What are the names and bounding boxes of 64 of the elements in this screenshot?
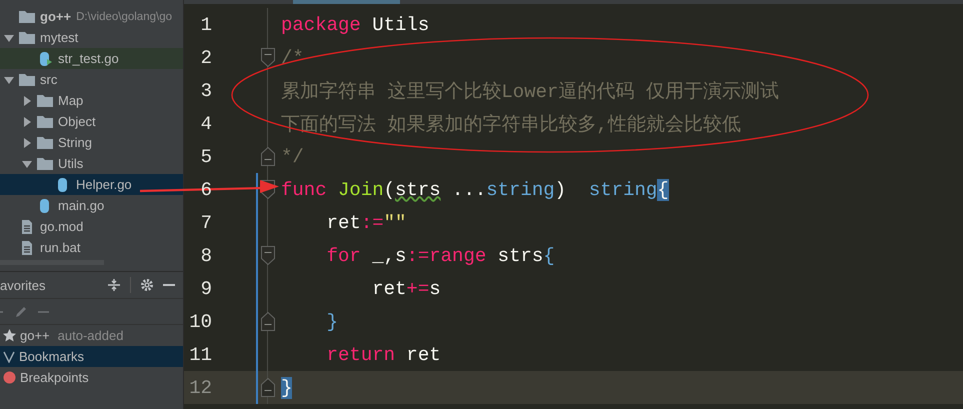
collapse-icon[interactable] (107, 278, 121, 292)
code-line: return ret (326, 344, 441, 366)
line-number: 2 (200, 46, 212, 68)
line-number: 1 (200, 14, 212, 36)
code-line: 累加字符串 这里写个比较Lower逼的代码 仅用于演示测试 (281, 80, 779, 104)
favorites-item[interactable]: go++ auto-added (0, 325, 183, 346)
fold-icon[interactable] (261, 147, 275, 166)
folder-icon (37, 136, 53, 149)
breakpoint-icon (3, 371, 16, 384)
document-icon (19, 218, 35, 234)
line-number: 8 (200, 244, 212, 266)
folder-icon (19, 10, 35, 23)
line-number: 3 (200, 80, 212, 102)
star-icon (3, 329, 16, 342)
tree-item[interactable]: String (0, 132, 183, 153)
edit-icon[interactable] (14, 304, 28, 318)
line-number: 9 (200, 278, 212, 300)
line-number: 12 (188, 376, 212, 398)
fold-icon[interactable] (261, 246, 275, 265)
expand-arrow-icon[interactable] (22, 116, 32, 126)
panel-title: avorites (0, 278, 47, 292)
tree-item[interactable]: str_test.go (0, 48, 183, 69)
expand-arrow-icon[interactable] (22, 138, 32, 148)
favorites-item[interactable]: Bookmarks (0, 346, 183, 367)
folder-icon (37, 115, 53, 128)
folder-icon (19, 73, 35, 86)
fold-icon[interactable] (261, 378, 275, 397)
folder-icon (19, 31, 35, 44)
tree-item[interactable]: main.go (0, 195, 183, 216)
code-line: */ (281, 146, 304, 168)
expand-arrow-icon[interactable] (22, 158, 32, 168)
expand-arrow-icon[interactable] (4, 32, 14, 42)
code-line: func Join(strs ...string) string{ (281, 178, 669, 200)
tree-item[interactable]: src (0, 69, 183, 90)
line-number: 5 (200, 146, 212, 168)
tree-item[interactable]: go.mod (0, 216, 183, 237)
tree-item[interactable]: Object (0, 111, 183, 132)
code-line: ret+=s (371, 278, 441, 300)
tree-item[interactable]: Map (0, 90, 183, 111)
line-number: 4 (200, 112, 212, 134)
check-icon (3, 350, 15, 363)
project-path: D:\video\golang\go (76, 10, 172, 22)
fold-icon[interactable] (261, 48, 275, 67)
tree-item[interactable]: run.bat (0, 237, 183, 258)
tree-item[interactable]: Utils (0, 153, 183, 174)
expand-arrow-icon[interactable] (22, 96, 32, 106)
code-line: } (326, 310, 338, 332)
tree-item[interactable]: mytest (0, 27, 183, 48)
file-icon (37, 50, 53, 66)
document-icon (19, 240, 35, 256)
code-line: ret:="" (326, 212, 406, 234)
code-line: package Utils (281, 14, 430, 36)
settings-icon[interactable] (140, 278, 154, 292)
expand-arrow-icon[interactable] (4, 74, 14, 84)
project-name[interactable]: go++ (40, 9, 72, 24)
folder-icon (37, 94, 53, 107)
folder-icon (37, 157, 53, 170)
fold-icon[interactable] (261, 312, 275, 331)
line-number: 7 (200, 212, 212, 234)
line-number: 10 (188, 310, 212, 332)
favorites-item[interactable]: Breakpoints (0, 367, 183, 388)
tree-item[interactable]: Helper.go (0, 174, 183, 195)
code-line: for _,s:=range strs{ (326, 244, 555, 266)
line-number: 11 (188, 344, 212, 366)
